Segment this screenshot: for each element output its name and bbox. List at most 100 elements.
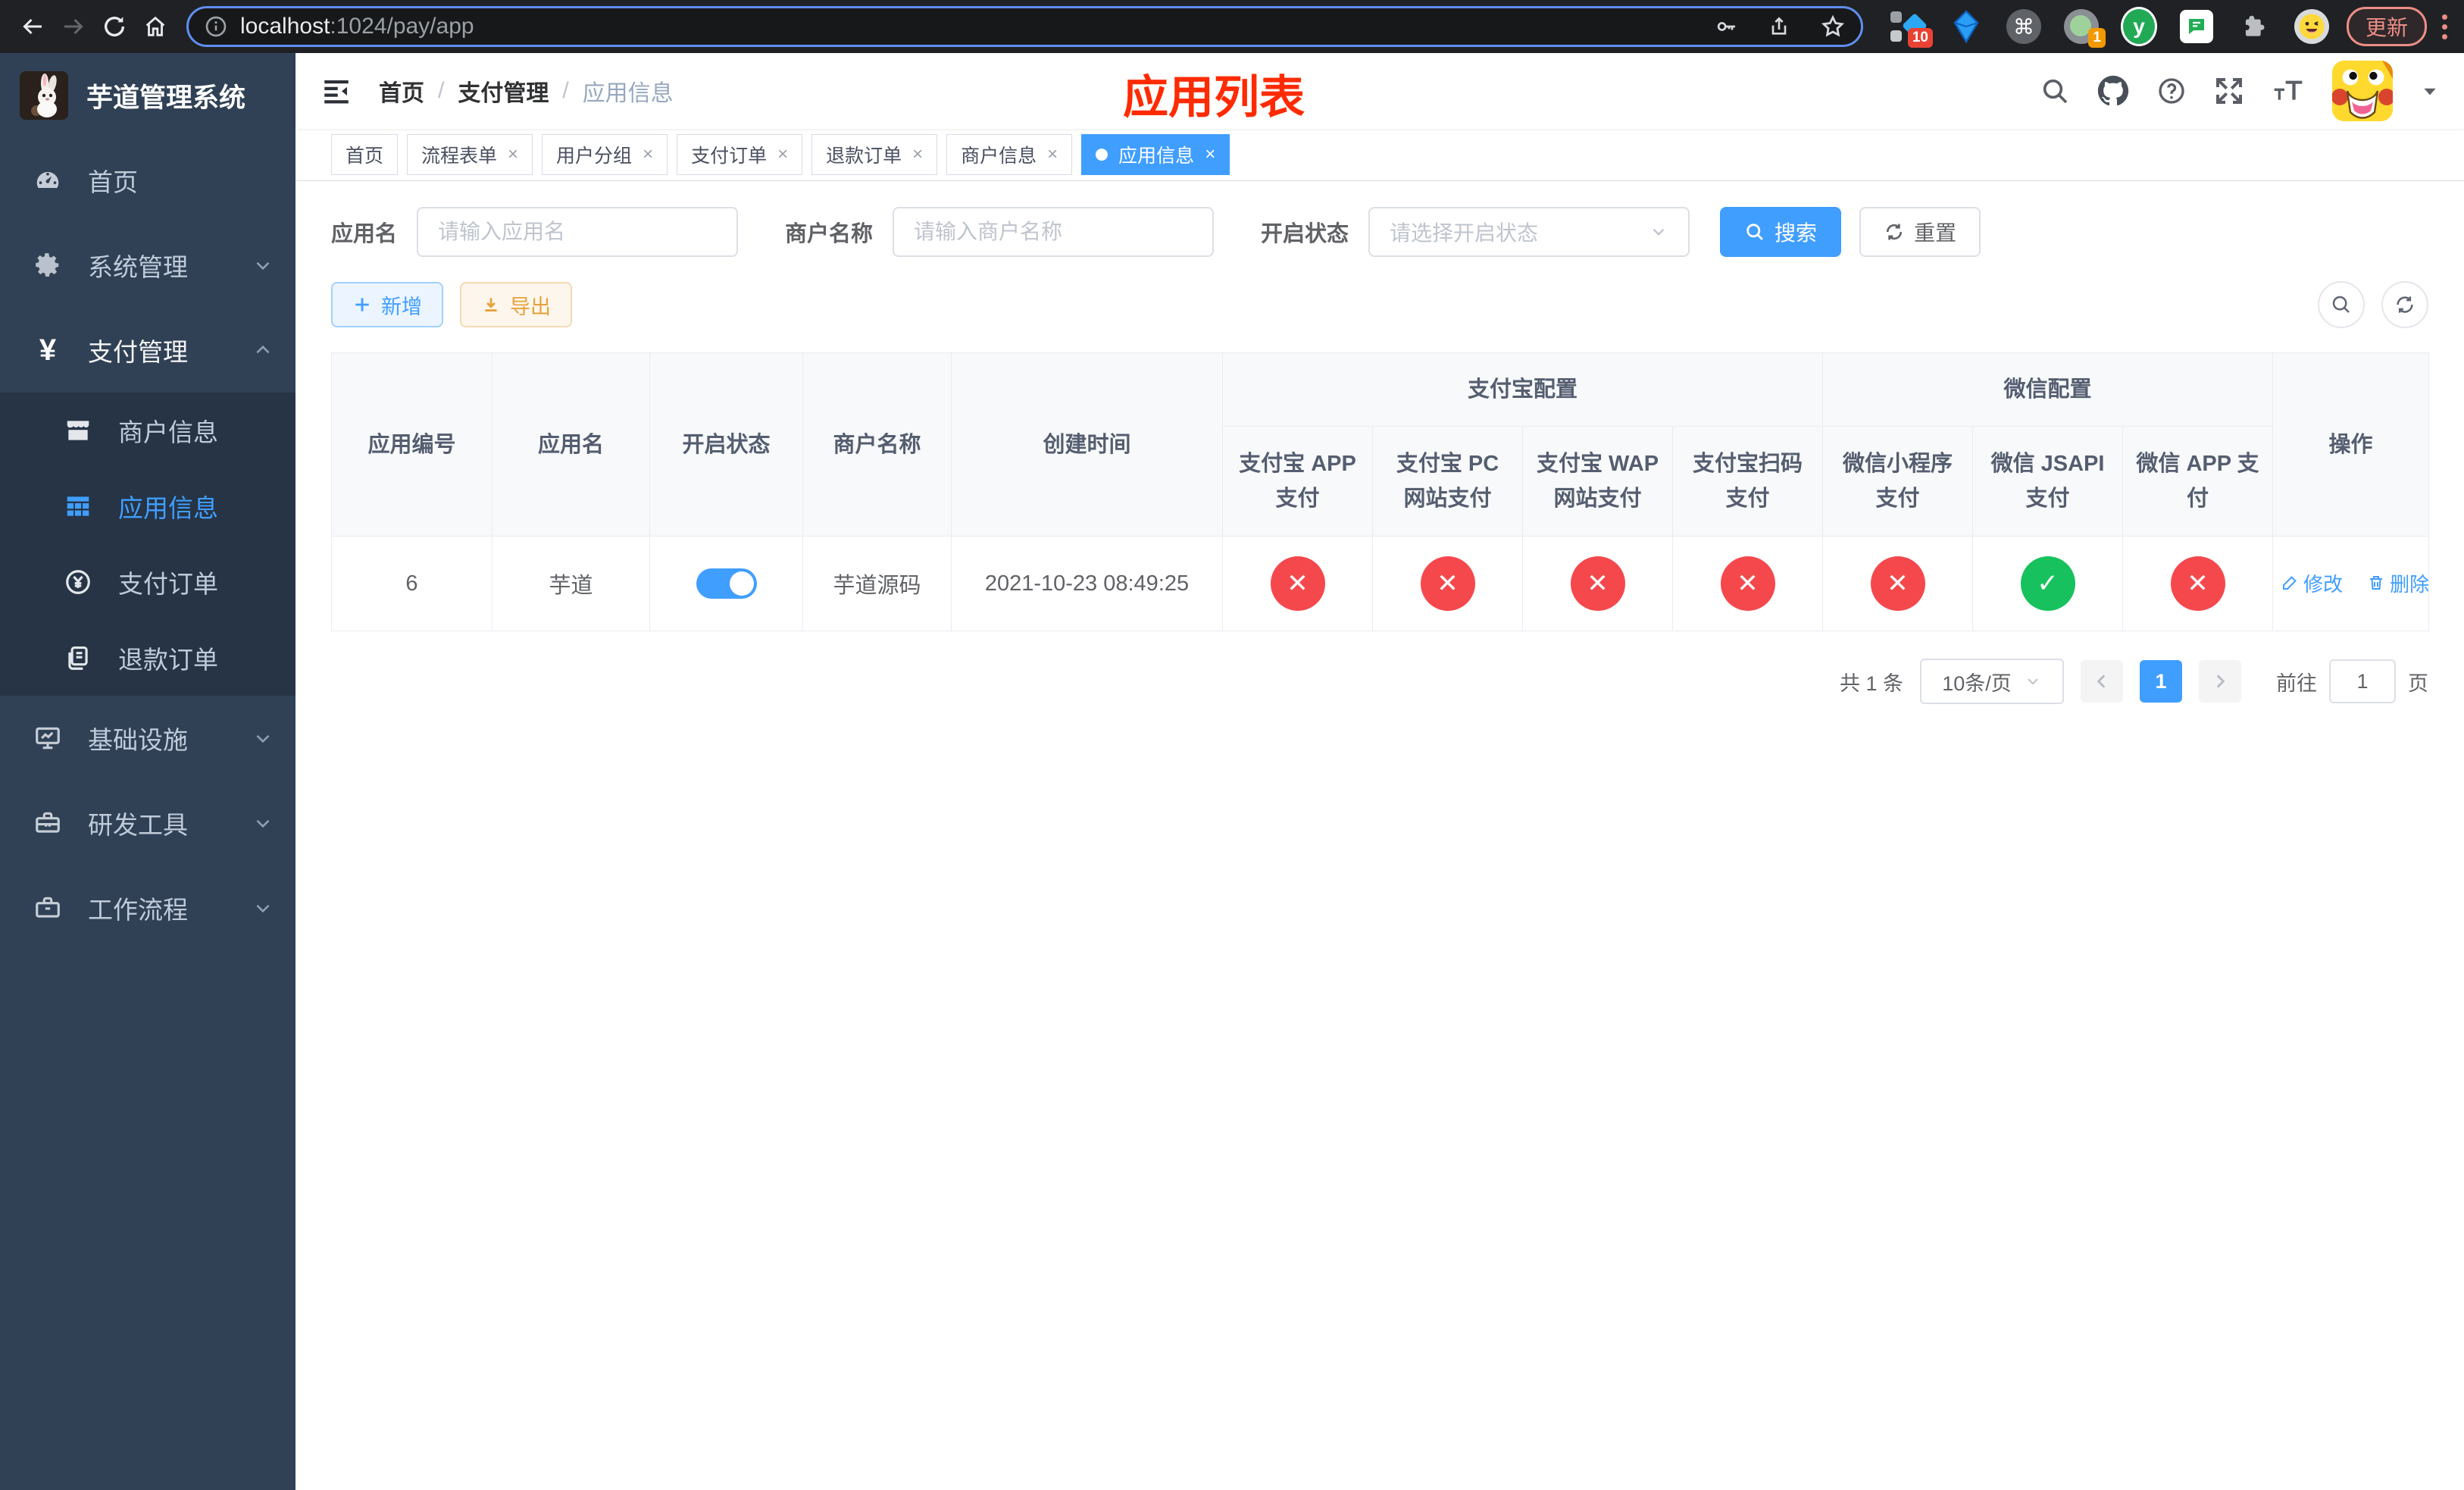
sidebar-item-refund-orders[interactable]: 退款订单 — [0, 620, 295, 696]
tab-refund-orders[interactable]: 退款订单 × — [811, 134, 938, 175]
caret-down-icon[interactable] — [2420, 81, 2440, 101]
github-icon[interactable] — [2097, 75, 2129, 107]
home-icon[interactable] — [135, 6, 176, 47]
chevron-down-icon — [1649, 222, 1668, 242]
config-status-badge: ✕ — [1420, 556, 1475, 611]
cell-status — [649, 536, 803, 631]
sidebar-item-system[interactable]: 系统管理 — [0, 223, 295, 308]
font-size-icon[interactable] — [2272, 76, 2305, 106]
sidebar-item-merchant-info[interactable]: 商户信息 — [0, 393, 295, 468]
toolbox-icon — [32, 809, 64, 837]
tab-home[interactable]: 首页 — [331, 134, 399, 175]
search-button[interactable]: 搜索 — [1720, 207, 1842, 257]
close-icon[interactable]: × — [1205, 144, 1215, 165]
monitor-icon — [32, 724, 64, 753]
grid-table-icon — [62, 492, 94, 521]
back-icon[interactable] — [12, 6, 53, 47]
sidebar-item-home[interactable]: 首页 — [0, 138, 295, 223]
field-label: 开启状态 — [1261, 222, 1349, 246]
current-page-button[interactable]: 1 — [2140, 660, 2182, 703]
user-avatar[interactable] — [2332, 61, 2393, 121]
extension-diamond-icon[interactable]: 10 — [1890, 8, 1933, 48]
reset-button[interactable]: 重置 — [1859, 207, 1981, 257]
refresh-icon[interactable] — [2381, 281, 2428, 328]
tab-merchant-info[interactable]: 商户信息 × — [946, 134, 1073, 175]
add-button[interactable]: 新增 — [331, 282, 443, 327]
forward-icon[interactable] — [53, 6, 94, 47]
sidebar-item-pay-orders[interactable]: 支付订单 — [0, 544, 295, 620]
col-status: 开启状态 — [649, 352, 803, 537]
extension-gem-icon[interactable] — [1948, 8, 1984, 45]
profile-emoji-avatar[interactable] — [2294, 8, 2330, 45]
chevron-down-icon — [253, 728, 273, 748]
filter-merchant-name: 商户名称 — [785, 207, 1215, 257]
chevron-down-icon — [253, 898, 273, 918]
close-icon[interactable]: × — [912, 144, 923, 165]
app-name-input[interactable] — [417, 207, 739, 257]
extensions-puzzle-icon[interactable] — [2236, 8, 2272, 45]
delete-link[interactable]: 删除 — [2367, 569, 2429, 597]
cell-wechat-app: ✕ — [2122, 536, 2274, 631]
tab-user-group[interactable]: 用户分组 × — [542, 134, 668, 175]
page-size-select[interactable]: 10条/页 — [1920, 659, 2064, 704]
prev-page-button[interactable] — [2081, 660, 2123, 703]
search-icon[interactable] — [2040, 76, 2070, 106]
sidebar-item-payment[interactable]: ¥ 支付管理 — [0, 308, 295, 393]
app-logo-row[interactable]: 芋道管理系统 — [0, 53, 295, 138]
bookmark-star-icon[interactable] — [1820, 14, 1846, 39]
goto-page-input[interactable] — [2329, 659, 2396, 703]
reload-icon[interactable] — [94, 6, 135, 47]
chevron-up-icon — [253, 340, 273, 360]
export-button[interactable]: 导出 — [460, 282, 572, 327]
sidebar-item-app-info[interactable]: 应用信息 — [0, 468, 295, 544]
merchant-name-input[interactable] — [893, 207, 1215, 257]
status-select[interactable]: 请选择开启状态 — [1368, 207, 1690, 257]
col-wechat-app: 微信 APP 支付 — [2122, 426, 2274, 537]
extension-recorder-icon[interactable]: 1 — [2063, 8, 2106, 48]
close-icon[interactable]: × — [643, 144, 653, 165]
cell-alipay-wap: ✕ — [1522, 536, 1673, 631]
sidebar-fold-icon[interactable] — [320, 74, 353, 108]
hide-search-icon[interactable] — [2318, 281, 2365, 328]
extension-command-icon[interactable]: ⌘ — [2006, 8, 2042, 45]
sidebar-item-devtools[interactable]: 研发工具 — [0, 781, 295, 866]
sidebar-item-workflow[interactable]: 工作流程 — [0, 866, 295, 950]
page-title-annotation: 应用列表 — [1123, 72, 1305, 123]
active-dot — [1096, 149, 1108, 161]
tab-app-info[interactable]: 应用信息 × — [1081, 134, 1230, 175]
extension-chat-icon[interactable] — [2178, 8, 2215, 45]
breadcrumb-payment[interactable]: 支付管理 — [458, 74, 549, 108]
fullscreen-icon[interactable] — [2214, 76, 2244, 106]
extension-y-icon[interactable]: y — [2120, 7, 2157, 46]
tab-process-form[interactable]: 流程表单 × — [407, 134, 533, 175]
browser-menu-icon[interactable] — [2437, 10, 2452, 44]
cell-app-name: 芋道 — [492, 536, 650, 631]
shop-icon — [62, 416, 94, 445]
sidebar-item-label: 退款订单 — [118, 646, 218, 674]
tags-view: 首页 流程表单 × 用户分组 × 支付订单 × 退款订单 × 商户信息 × 应用信息 × — [295, 129, 2464, 181]
total-count: 共 1 条 — [1839, 671, 1903, 695]
site-info-icon[interactable] — [204, 14, 228, 39]
share-icon[interactable] — [1767, 14, 1791, 39]
col-alipay-wap: 支付宝 WAP 网站支付 — [1522, 426, 1673, 537]
browser-update-button[interactable]: 更新 — [2346, 7, 2427, 46]
page-content: 应用名 商户名称 开启状态 请选择开启状态 — [295, 181, 2464, 1490]
chevron-down-icon — [253, 255, 273, 275]
url-bar[interactable]: localhost:1024/pay/app — [186, 6, 1863, 47]
field-label: 商户名称 — [785, 222, 874, 246]
sidebar-item-infra[interactable]: 基础设施 — [0, 696, 295, 781]
edit-link[interactable]: 修改 — [2281, 569, 2343, 597]
table-tools — [2318, 281, 2428, 328]
breadcrumb-home[interactable]: 首页 — [379, 74, 424, 108]
gear-icon — [32, 251, 64, 280]
filter-status: 开启状态 请选择开启状态 — [1261, 207, 1690, 257]
close-icon[interactable]: × — [508, 144, 518, 165]
next-page-button[interactable] — [2199, 660, 2241, 703]
help-icon[interactable] — [2156, 76, 2187, 106]
password-key-icon[interactable] — [1714, 14, 1738, 39]
tab-pay-orders[interactable]: 支付订单 × — [677, 134, 803, 175]
close-icon[interactable]: × — [1047, 144, 1058, 165]
status-toggle[interactable] — [696, 568, 757, 599]
table-toolbar: 新增 导出 — [331, 281, 2428, 328]
close-icon[interactable]: × — [777, 144, 788, 165]
